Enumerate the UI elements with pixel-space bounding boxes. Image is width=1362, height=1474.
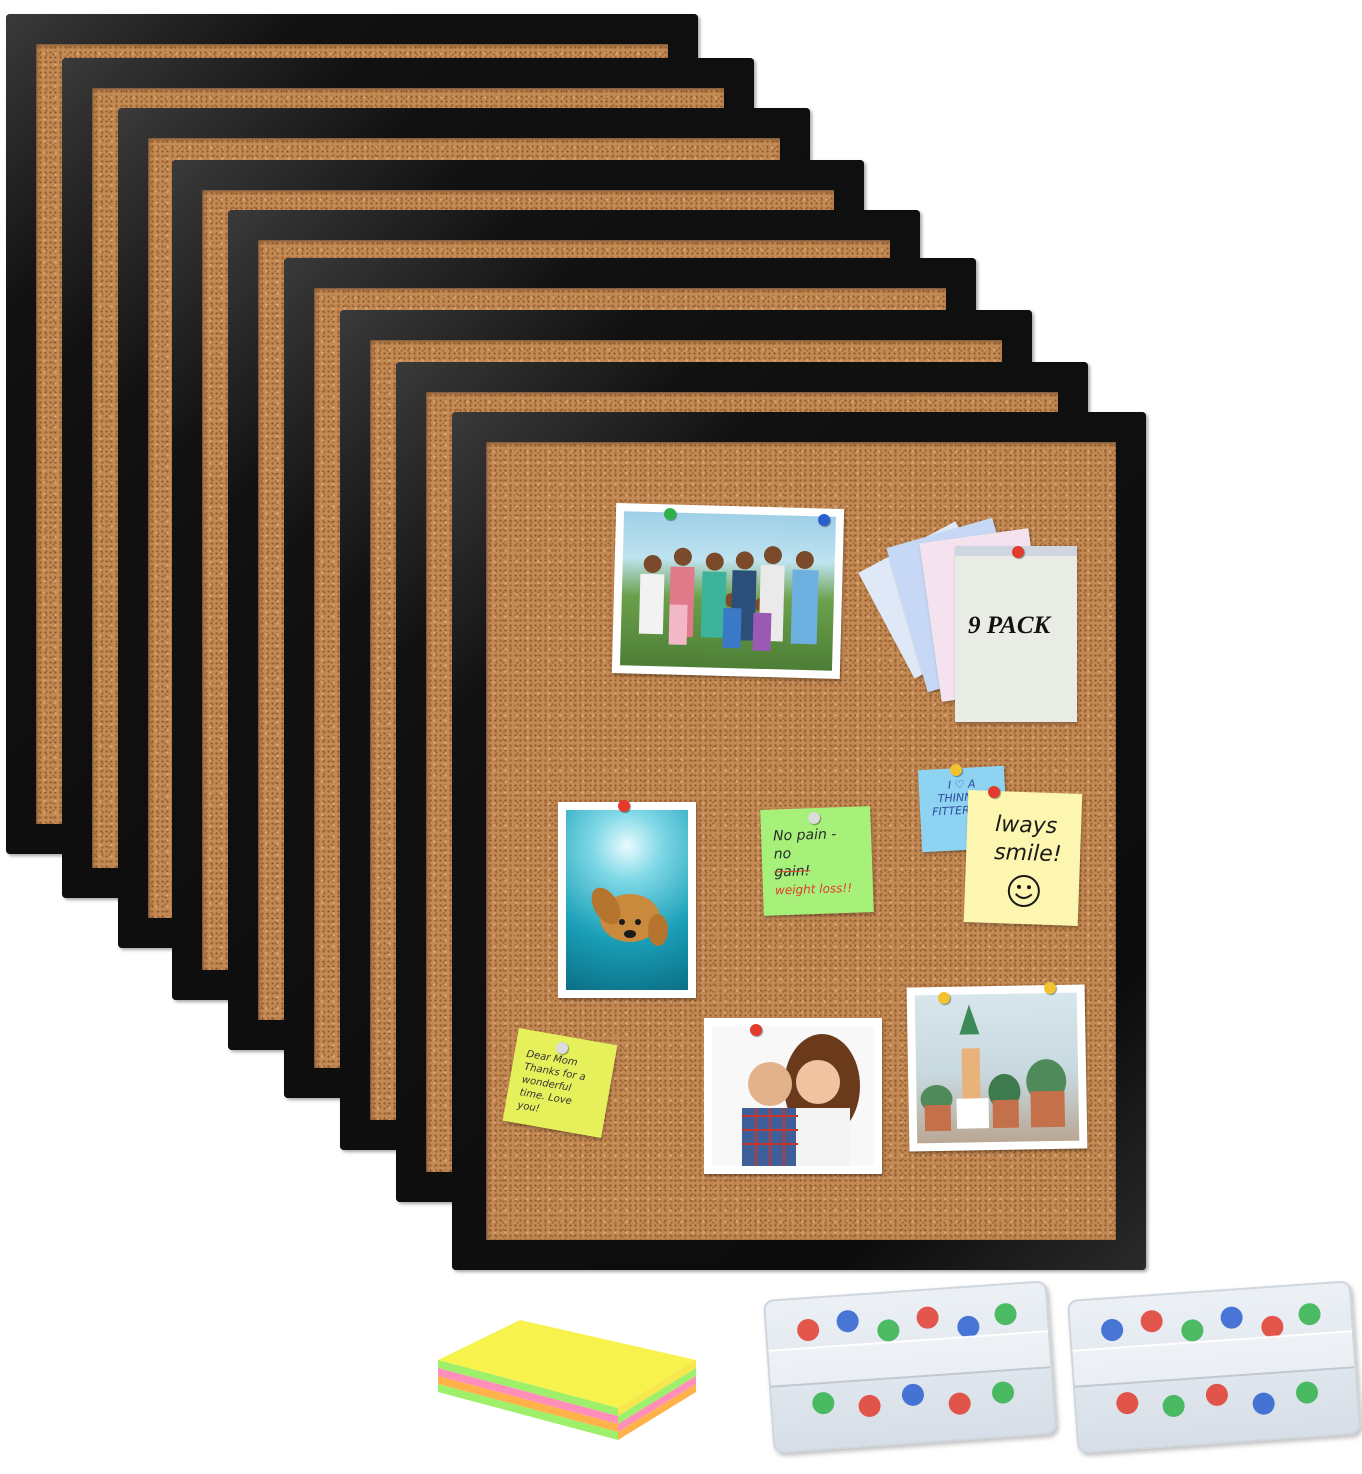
pushpin (947, 1391, 972, 1416)
pushpin (1115, 1391, 1140, 1415)
pushpin (1161, 1394, 1186, 1418)
smile-note-text: lways smile! (993, 812, 1063, 868)
white-pushpin (808, 812, 820, 824)
pushpin (1219, 1305, 1244, 1330)
red-pushpin (1012, 546, 1024, 558)
pushpin (1251, 1391, 1276, 1416)
pushpin (1139, 1309, 1164, 1333)
red-pushpin (988, 786, 1000, 798)
pushpin-box-2 (1066, 1280, 1362, 1454)
pushpin (796, 1318, 820, 1342)
blue-pushpin (818, 514, 830, 526)
white-pushpin (556, 1042, 568, 1054)
smiley-icon (1007, 875, 1040, 908)
pushpin (1180, 1318, 1205, 1343)
pushpin (901, 1383, 925, 1407)
pushpin (915, 1305, 940, 1330)
yellow-pushpin (938, 992, 950, 1004)
pack-label: 9 PACK (968, 612, 1051, 639)
family-figures (638, 546, 819, 652)
lime-note-text: Dear Mom Thanks for a wonderful time. Lo… (516, 1048, 587, 1115)
green-note-line-4: weight loss!! (774, 880, 853, 898)
pushpin (835, 1309, 860, 1333)
yellow-pushpin (1044, 982, 1056, 994)
sticky-note-pad (436, 1318, 696, 1448)
family-photo-image (620, 511, 836, 671)
pushpin (1297, 1302, 1322, 1326)
yellow-pushpin (950, 764, 962, 776)
pushpin (1295, 1380, 1319, 1405)
pushpin (811, 1391, 836, 1415)
dog-photo-image (566, 810, 688, 990)
couple-photo-image (712, 1026, 874, 1166)
family-photo (611, 503, 845, 679)
cactus-photo (906, 984, 1088, 1152)
sticky-pad-graphic (438, 1320, 696, 1440)
couple-figures (742, 1034, 860, 1166)
cactus-photo-image (914, 992, 1080, 1144)
pushpin (1100, 1318, 1124, 1342)
dog-figure (591, 887, 668, 946)
cactus-figures (920, 1004, 1067, 1132)
smile-note: lways smile! (963, 790, 1083, 926)
couple-photo (704, 1018, 882, 1174)
pushpin-box-1 (762, 1280, 1058, 1454)
red-pushpin (750, 1024, 762, 1036)
pushpin (991, 1380, 1015, 1405)
green-pushpin (664, 508, 676, 520)
pushpin (993, 1302, 1018, 1326)
pushpin (876, 1318, 901, 1343)
dog-photo (558, 802, 696, 998)
pushpin (1205, 1383, 1229, 1407)
pushpin (857, 1394, 882, 1418)
red-pushpin (618, 800, 630, 812)
